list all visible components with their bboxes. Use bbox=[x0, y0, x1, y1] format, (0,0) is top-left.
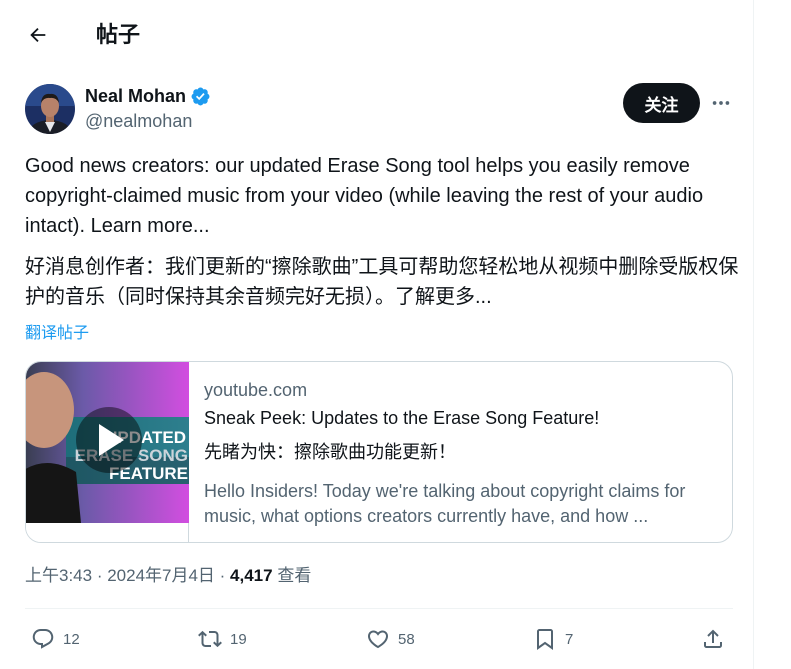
like-count: 58 bbox=[398, 630, 415, 648]
translate-post-link[interactable]: 翻译帖子 bbox=[25, 324, 89, 344]
divider bbox=[25, 608, 733, 609]
reply-icon bbox=[32, 629, 54, 649]
bookmark-button[interactable]: 7 bbox=[533, 622, 573, 656]
arrow-left-icon bbox=[30, 27, 46, 43]
avatar[interactable] bbox=[25, 84, 75, 134]
author-name-row: Neal Mohan bbox=[85, 85, 211, 107]
post-meta: 上午3:43 · 2024年7月4日 · 4,417 查看 bbox=[25, 565, 311, 587]
share-icon bbox=[704, 629, 722, 648]
post-time[interactable]: 上午3:43 bbox=[25, 566, 92, 585]
post-detail-panel: 帖子 Neal Mohan @nealmohan 关注 Good news cr… bbox=[0, 0, 753, 669]
verified-badge-icon[interactable] bbox=[190, 86, 211, 107]
back-button[interactable] bbox=[20, 17, 56, 53]
bookmark-count: 7 bbox=[565, 630, 574, 648]
heart-icon bbox=[367, 630, 389, 649]
card-title: Sneak Peek: Updates to the Erase Song Fe… bbox=[204, 408, 600, 428]
like-button[interactable]: 58 bbox=[366, 622, 415, 656]
author-name[interactable]: Neal Mohan bbox=[85, 85, 186, 107]
video-thumbnail: UPDATED ERASE SONG FEATURE bbox=[26, 362, 189, 523]
more-horizontal-icon bbox=[712, 101, 730, 105]
bookmark-icon bbox=[537, 629, 553, 650]
retweet-count: 19 bbox=[230, 630, 247, 648]
card-title-translated: 先睹为快：擦除歌曲功能更新！ bbox=[204, 442, 456, 462]
page-header: 帖子 bbox=[0, 0, 753, 70]
column-divider bbox=[753, 0, 754, 669]
retweet-button[interactable]: 19 bbox=[198, 622, 247, 656]
reply-button[interactable]: 12 bbox=[31, 622, 80, 656]
views-count: 4,417 bbox=[230, 566, 273, 585]
author-handle[interactable]: @nealmohan bbox=[85, 110, 192, 132]
follow-button[interactable]: 关注 bbox=[623, 83, 700, 123]
card-domain: youtube.com bbox=[204, 380, 308, 400]
views-label: 查看 bbox=[277, 566, 312, 585]
retweet-icon bbox=[198, 630, 222, 648]
reply-count: 12 bbox=[63, 630, 80, 648]
page-title: 帖子 bbox=[96, 22, 141, 47]
tweet-text-translated: 好消息创作者：我们更新的“擦除歌曲”工具可帮助您轻松地从视频中删除受版权保护的音… bbox=[25, 256, 739, 308]
share-button[interactable] bbox=[701, 622, 725, 656]
meta-separator: · bbox=[214, 566, 231, 585]
tweet-text: Good news creators: our updated Erase So… bbox=[25, 155, 704, 237]
card-body[interactable]: youtube.com Sneak Peek: Updates to the E… bbox=[204, 362, 724, 542]
card-thumbnail[interactable]: UPDATED ERASE SONG FEATURE bbox=[26, 362, 189, 542]
link-preview-card[interactable]: UPDATED ERASE SONG FEATURE youtube.com S… bbox=[25, 361, 733, 543]
more-button[interactable] bbox=[706, 88, 736, 118]
action-bar: 12 19 58 7 bbox=[25, 622, 733, 656]
avatar-image bbox=[25, 84, 75, 134]
meta-separator: · bbox=[92, 566, 108, 585]
card-description: Hello Insiders! Today we're talking abou… bbox=[204, 481, 686, 526]
post-date[interactable]: 2024年7月4日 bbox=[107, 566, 215, 585]
